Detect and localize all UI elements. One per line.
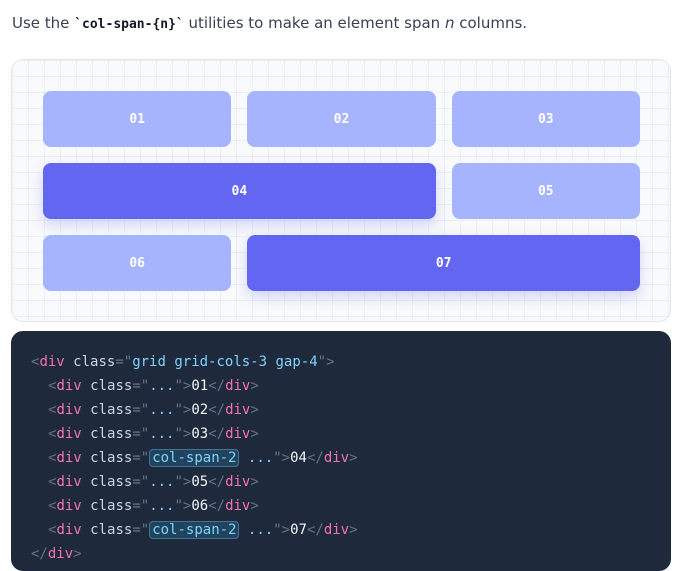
code-label: 01 (191, 378, 209, 394)
code-label: 05 (191, 474, 209, 490)
code-attr: class (90, 498, 133, 514)
code-tag: div (225, 378, 251, 394)
code-line-04: <div class=" col-span-2 ...">04</div> (48, 449, 358, 467)
code-tag: div (323, 522, 350, 538)
intro-before: Use the (12, 14, 75, 32)
grid-cell-05: 05 (451, 163, 640, 219)
code-line-01: <div class="...">01</div> (48, 378, 259, 394)
code-placeholder: ... (149, 426, 175, 442)
code-tag: div (225, 402, 251, 418)
grid-cell-03: 03 (451, 91, 640, 147)
code-outer-class: grid grid-cols-3 gap-4 (132, 354, 318, 370)
code-tag: div (56, 402, 82, 418)
code-tag: div (56, 378, 82, 394)
code-tag: div (56, 426, 82, 442)
code-attr: class (90, 474, 133, 490)
grid-cell-01: 01 (43, 91, 232, 147)
grid-demo-panel: 01 02 03 04 05 06 07 (11, 59, 671, 322)
code-label: 04 (290, 450, 307, 466)
code-placeholder: ... (149, 498, 175, 514)
code-line-06: <div class="...">06</div> (48, 498, 259, 514)
code-label: 06 (191, 498, 209, 514)
code-line-open: <div class="grid grid-cols-3 gap-4"> (31, 354, 335, 370)
code-line-07: <div class=" col-span-2 ...">07</div> (48, 521, 358, 539)
code-highlight-col-span: col-span-2 (149, 521, 240, 539)
code-line-02: <div class="...">02</div> (48, 402, 259, 418)
grid-container: 01 02 03 04 05 06 07 (43, 91, 640, 291)
code-highlight-col-span: col-span-2 (149, 449, 240, 467)
code-placeholder: ... (149, 474, 175, 490)
code-label: 03 (191, 426, 209, 442)
code-tag: div (323, 450, 350, 466)
grid-cell-02: 02 (247, 91, 436, 147)
code-tag: div (225, 498, 251, 514)
code-attr: class (90, 522, 133, 538)
code-placeholder: ... (149, 402, 175, 418)
code-line-05: <div class="...">05</div> (48, 474, 259, 490)
intro-after: columns. (454, 14, 528, 32)
code-label: 02 (191, 402, 209, 418)
code-line-close: </div> (31, 546, 82, 562)
code-tag: div (225, 474, 251, 490)
grid-cell-07: 07 (247, 235, 640, 291)
code-attr: class (73, 354, 116, 370)
code-attr: class (90, 426, 133, 442)
code-tag: div (56, 498, 82, 514)
intro-middle: utilities to make an element span (183, 14, 445, 32)
grid-cell-06: 06 (43, 235, 232, 291)
code-placeholder: ... (247, 450, 274, 466)
code-tag: div (56, 522, 82, 538)
code-attr: class (90, 450, 133, 466)
code-tag: div (39, 354, 65, 370)
code-tag: div (56, 474, 82, 490)
code-attr: class (90, 402, 133, 418)
intro-text: Use the `col-span-{n}` utilities to make… (12, 14, 527, 32)
code-placeholder: ... (149, 378, 175, 394)
intro-code: `col-span-{n}` (74, 17, 184, 32)
code-block: <div class="grid grid-cols-3 gap-4"> <div… (11, 331, 671, 571)
code-tag: div (225, 426, 251, 442)
grid-cell-04: 04 (43, 163, 436, 219)
code-line-03: <div class="...">03</div> (48, 426, 259, 442)
code-tag: div (56, 450, 82, 466)
code-placeholder: ... (247, 522, 274, 538)
code-attr: class (90, 378, 133, 394)
code-label: 07 (290, 522, 307, 538)
